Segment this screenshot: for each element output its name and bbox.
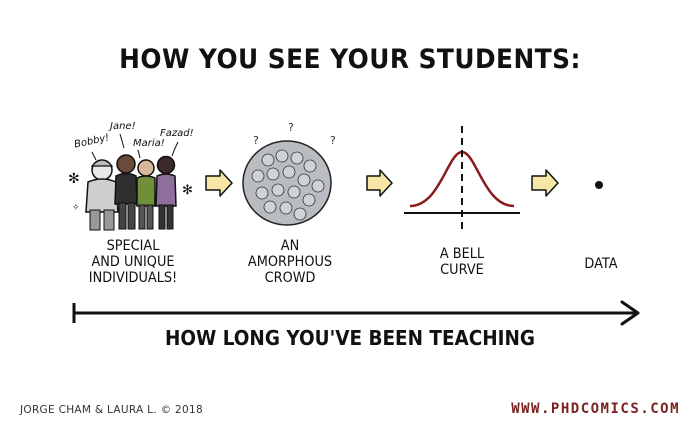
stage-label-bell-curve: A BELL CURVE bbox=[439, 246, 485, 278]
student-name-fazad: Fazad! bbox=[160, 128, 194, 139]
bell-curve-illustration bbox=[404, 126, 520, 232]
stage-arrow bbox=[205, 169, 233, 197]
site-url: WWW.PHDCOMICS.COM bbox=[511, 401, 680, 417]
axis-label: HOW LONG YOU'VE BEEN TEACHING bbox=[164, 326, 536, 350]
svg-text:✻: ✻ bbox=[182, 183, 193, 198]
stage-label-data: DATA bbox=[584, 256, 618, 272]
student-name-jane: Jane! bbox=[110, 121, 136, 132]
comic-title: HOW YOU SEE YOUR STUDENTS: bbox=[119, 44, 581, 75]
stage-label-individuals: SPECIAL AND UNIQUE INDIVIDUALS! bbox=[88, 238, 178, 286]
question-mark-icon: ? bbox=[288, 121, 294, 134]
student-name-maria: Maria! bbox=[133, 138, 165, 149]
svg-text:✧: ✧ bbox=[72, 203, 80, 213]
students-illustration: ✻ ✻ ✧ bbox=[68, 133, 193, 231]
question-mark-icon: ? bbox=[253, 134, 259, 147]
question-mark-icon: ? bbox=[330, 134, 336, 147]
crowd-blob-illustration bbox=[242, 140, 332, 226]
data-point bbox=[595, 181, 603, 189]
credit-text: JORGE CHAM & LAURA L. © 2018 bbox=[20, 404, 203, 416]
stage-arrow bbox=[366, 169, 393, 197]
teaching-time-axis bbox=[72, 300, 640, 326]
stage-label-crowd: AN AMORPHOUS CROWD bbox=[247, 238, 333, 286]
stage-arrow bbox=[531, 169, 559, 197]
svg-text:✻: ✻ bbox=[68, 171, 80, 187]
